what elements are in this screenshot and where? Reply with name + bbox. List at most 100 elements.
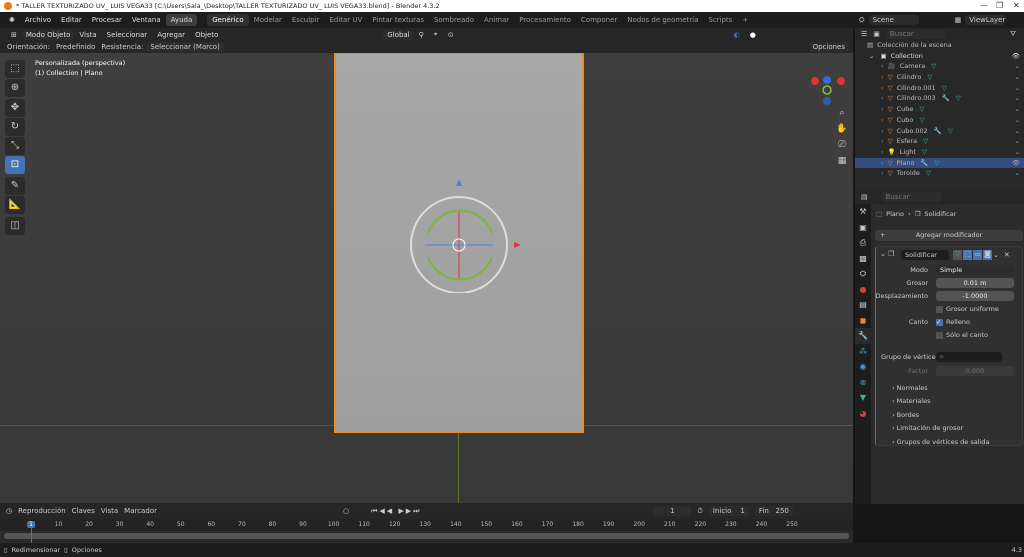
physics-tab-icon[interactable]: ◉	[855, 359, 871, 375]
proportional-edit-icon[interactable]: ⊙	[443, 31, 459, 39]
thickness-field[interactable]: 0.01 m	[936, 278, 1014, 288]
close-button[interactable]: ✕	[1013, 0, 1020, 12]
expand-chevron-icon[interactable]: ›	[881, 94, 884, 102]
material-tab-icon[interactable]: ◕	[855, 406, 871, 422]
outliner-item[interactable]: › ▽ Esfera ▽ ⌄	[855, 136, 1024, 147]
hidden-eye-icon[interactable]: ⌄	[1015, 104, 1020, 115]
annotate-tool-icon[interactable]: ✎	[5, 177, 25, 195]
rotate-tool-icon[interactable]: ↻	[5, 118, 25, 136]
menu-reproduccion[interactable]: Reproducción	[18, 507, 66, 515]
shading-solid-icon[interactable]: ●	[745, 31, 761, 39]
perspective-grid-icon[interactable]: ▦	[836, 153, 848, 169]
tab-procesamiento[interactable]: Procesamiento	[514, 14, 576, 26]
modifier-menu-chevron-icon[interactable]: ⌄	[993, 251, 999, 259]
collection-tab-icon[interactable]: ▤	[855, 297, 871, 313]
collection-row[interactable]: ⌄ ▣ Collection 👁	[855, 51, 1024, 62]
remove-modifier-icon[interactable]: ✕	[1004, 251, 1010, 259]
mode-dropdown[interactable]: Modo Objeto	[21, 29, 75, 40]
mode-dropdown[interactable]: Simple	[936, 265, 1014, 275]
modifier-name-field[interactable]: Solidificar	[901, 250, 949, 260]
tab-componer[interactable]: Componer	[576, 14, 622, 26]
viewport-display-icon[interactable]: ▭	[973, 250, 982, 260]
stopwatch-icon[interactable]: ⏱	[697, 507, 702, 516]
outliner-search[interactable]: Buscar	[885, 29, 946, 39]
editor-type-icon[interactable]: ⊞	[6, 31, 22, 39]
blender-menu-icon[interactable]: ✺	[4, 14, 20, 26]
menu-vista-timeline[interactable]: Vista	[101, 507, 118, 515]
snap-icon[interactable]: ⌖	[429, 30, 443, 39]
camera-view-icon[interactable]: ⎚	[836, 137, 848, 153]
expand-chevron-icon[interactable]: ›	[881, 148, 884, 156]
expand-chevron-icon[interactable]: ›	[881, 159, 884, 167]
outliner-item[interactable]: › ▽ Plano 🔧 ▽ 👁	[855, 157, 1024, 169]
expand-chevron-icon[interactable]: ›	[881, 116, 884, 124]
hidden-eye-icon[interactable]: ⌄	[1015, 61, 1020, 72]
modifier-tab-icon[interactable]: 🔧	[855, 328, 871, 344]
constraints-tab-icon[interactable]: ⊗	[855, 375, 871, 391]
playhead[interactable]	[31, 527, 32, 543]
scene-tab-icon[interactable]: ⛭	[855, 266, 871, 282]
orientation-dropdown[interactable]: Predefinido	[53, 43, 98, 51]
menu-vista[interactable]: Vista	[74, 31, 101, 39]
menu-seleccionar[interactable]: Seleccionar	[102, 31, 153, 39]
subpanel-materiales[interactable]: › Materiales	[892, 397, 930, 405]
cursor-tool-icon[interactable]: ⊕	[5, 79, 25, 97]
tab-sombreado[interactable]: Sombreado	[429, 14, 479, 26]
add-modifier-button[interactable]: + Agregar modificador	[875, 230, 1023, 241]
tab-modelar[interactable]: Modelar	[249, 14, 287, 26]
subpanel-normales[interactable]: › Normales	[892, 384, 928, 392]
add-workspace-button[interactable]: +	[737, 14, 753, 26]
timeline-ruler[interactable]: 1 10 20 30 40 50 60 70 80 90 100 110 120 130 140 150 160…	[0, 519, 853, 531]
edit-cage-icon[interactable]: ▽	[953, 250, 962, 260]
pivot-icon[interactable]: ⚲	[414, 31, 429, 39]
menu-archivo[interactable]: Archivo	[20, 14, 56, 26]
render-icon[interactable]: ◙	[983, 250, 992, 260]
outliner-item[interactable]: › ▽ Toroide ▽ ⌄	[855, 168, 1024, 179]
expand-chevron-icon[interactable]: ›	[881, 105, 884, 113]
expand-chevron-icon[interactable]: ›	[881, 73, 884, 81]
scene-name[interactable]: Scene	[868, 15, 919, 25]
offset-field[interactable]: -1.0000	[936, 291, 1014, 301]
hidden-eye-icon[interactable]: ⌄	[1015, 168, 1020, 179]
select-box-tool-icon[interactable]: ⬚	[5, 60, 25, 78]
menu-objeto[interactable]: Objeto	[190, 31, 223, 39]
start-frame-field[interactable]: Inicio 1	[708, 506, 749, 516]
playback-controls[interactable]: ⏮◀◀ ▶▶⏭	[371, 507, 421, 516]
outliner-item[interactable]: › ▽ Cubo.002 🔧 ▽ ⌄	[855, 126, 1024, 137]
hidden-eye-icon[interactable]: ⌄	[1015, 93, 1020, 104]
outliner-item[interactable]: › ▽ Cube ▽ ⌄	[855, 104, 1024, 115]
visibility-eye-icon[interactable]: 👁	[1012, 51, 1020, 62]
expand-chevron-icon[interactable]: ›	[881, 62, 884, 70]
move-tool-icon[interactable]: ✥	[5, 99, 25, 117]
vertex-group-field[interactable]: ⁘	[936, 352, 1002, 362]
hidden-eye-icon[interactable]: ⌄	[1015, 72, 1020, 83]
hidden-eye-icon[interactable]: ⌄	[1015, 83, 1020, 94]
menu-procesar[interactable]: Procesar	[87, 14, 127, 26]
zoom-icon[interactable]: ⌕	[836, 105, 848, 121]
even-thickness-checkbox[interactable]: Grosor uniforme	[936, 305, 999, 313]
hidden-eye-icon[interactable]: ⌄	[1015, 147, 1020, 158]
rim-only-checkbox[interactable]: Sólo el canto	[936, 331, 988, 339]
menu-ayuda[interactable]: Ayuda	[165, 14, 198, 26]
expand-chevron-icon[interactable]: ›	[881, 127, 884, 135]
outliner-item[interactable]: › ▽ Cilindro.003 🔧 ▽ ⌄	[855, 93, 1024, 104]
menu-agregar[interactable]: Agregar	[152, 31, 190, 39]
expand-chevron-icon[interactable]: ›	[881, 84, 884, 92]
transform-tool-icon[interactable]: ⊡	[5, 156, 25, 174]
transform-gizmo[interactable]	[400, 173, 520, 293]
pan-hand-icon[interactable]: ✋	[836, 121, 848, 137]
drag-dropdown[interactable]: Seleccionar (Marco)	[146, 42, 224, 52]
timeline-editor-icon[interactable]: ◷	[6, 507, 12, 515]
view-layer-name[interactable]: ViewLayer	[965, 15, 1005, 25]
subpanel-limitacion-grosor[interactable]: › Limitación de grosor	[892, 424, 963, 432]
outliner-item[interactable]: › ▽ Cilindro ▽ ⌄	[855, 72, 1024, 83]
autokey-icon[interactable]: ○	[343, 507, 349, 515]
view-layer-tab-icon[interactable]: ▩	[855, 251, 871, 267]
menu-ventana[interactable]: Ventana	[127, 14, 166, 26]
scale-tool-icon[interactable]: ⤡	[5, 137, 25, 155]
hidden-eye-icon[interactable]: ⌄	[1015, 115, 1020, 126]
tab-animar[interactable]: Animar	[479, 14, 514, 26]
tab-pintar-texturas[interactable]: Pintar texturas	[367, 14, 429, 26]
restore-button[interactable]: ❐	[996, 0, 1003, 12]
subpanel-grupos-salida[interactable]: › Grupos de vértices de salida	[892, 438, 989, 446]
